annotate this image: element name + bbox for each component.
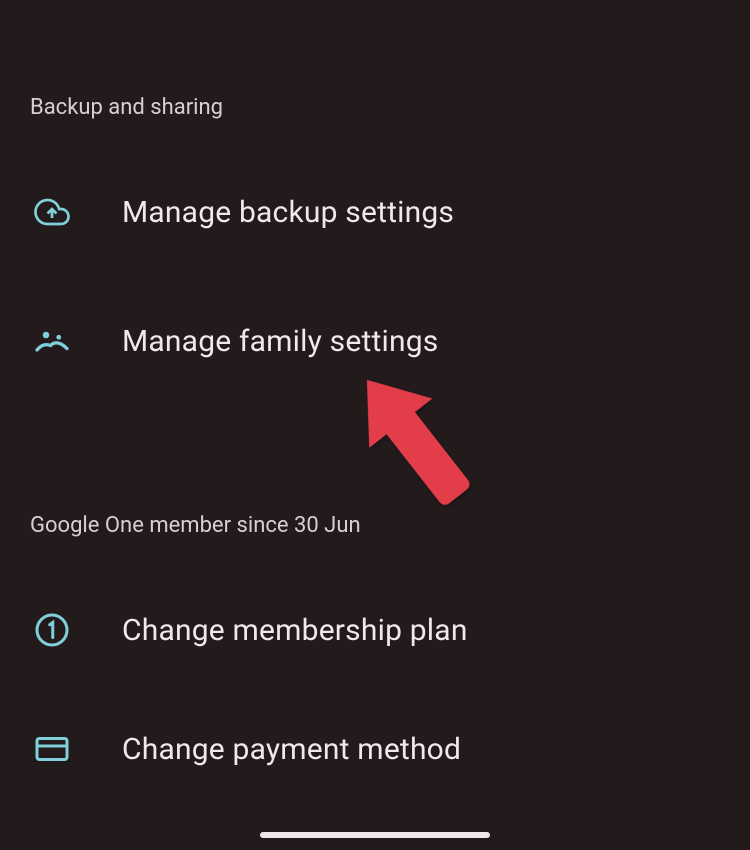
home-indicator[interactable] [260,832,490,838]
cloud-upload-icon [30,190,74,234]
menu-label: Change payment method [122,732,461,767]
menu-label: Manage backup settings [122,195,454,230]
family-icon [30,319,74,363]
menu-label: Manage family settings [122,324,439,359]
menu-item-family-settings[interactable]: Manage family settings [0,319,750,363]
section-header-membership: Google One member since 30 Jun [0,363,750,538]
menu-label: Change membership plan [122,613,468,648]
menu-item-membership-plan[interactable]: Change membership plan [0,608,750,652]
menu-item-backup-settings[interactable]: Manage backup settings [0,190,750,234]
menu-item-payment-method[interactable]: Change payment method [0,727,750,771]
credit-card-icon [30,727,74,771]
one-circle-icon [30,608,74,652]
section-header-backup: Backup and sharing [0,0,750,120]
